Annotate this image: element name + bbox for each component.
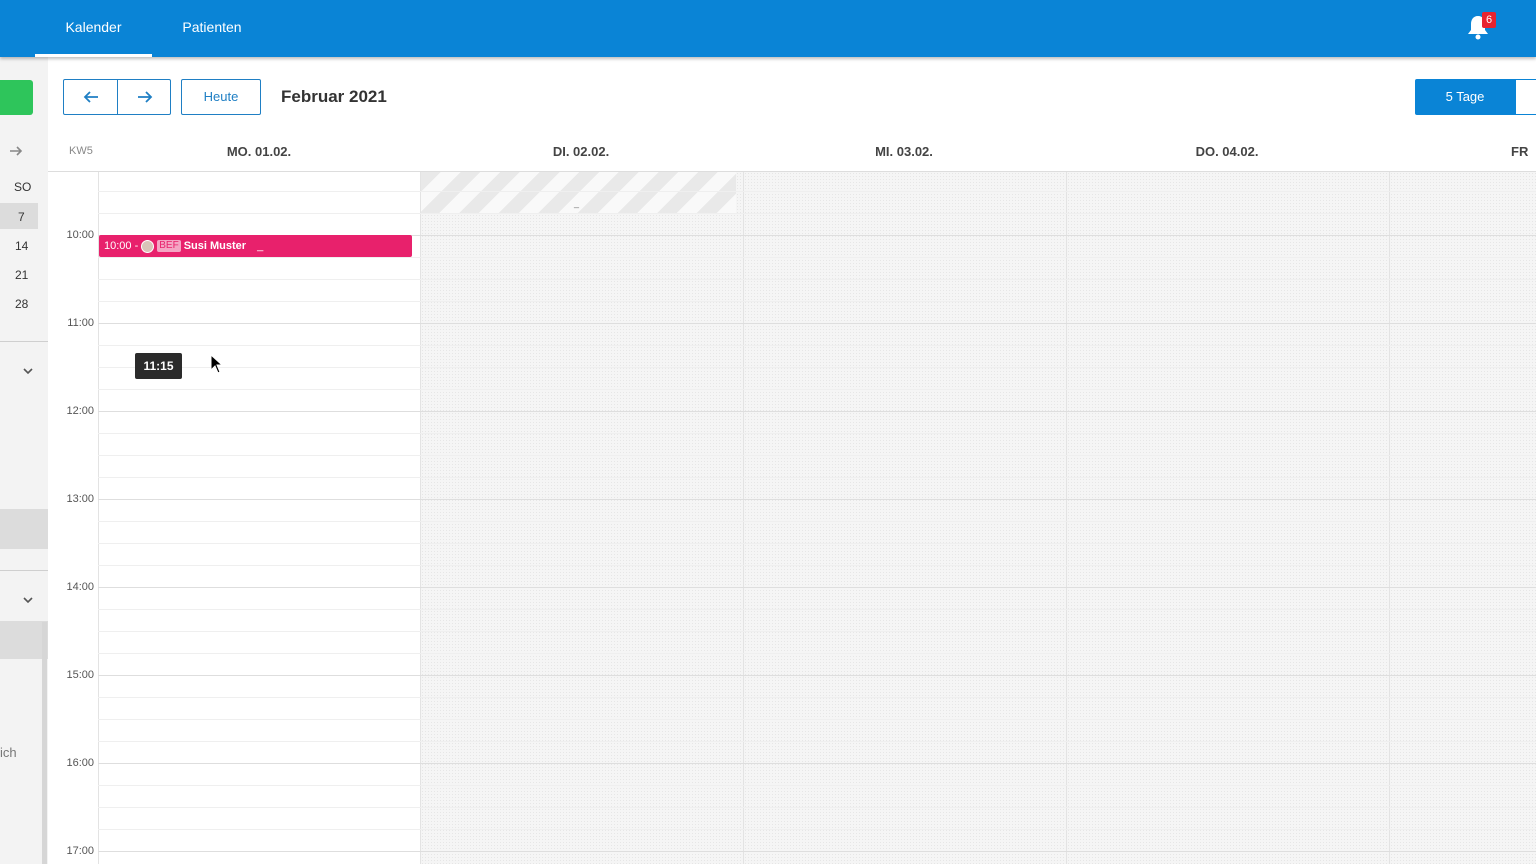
top-navigation: Kalender Patienten 6 xyxy=(0,0,1536,57)
day-column[interactable] xyxy=(420,172,743,864)
sidebar-divider xyxy=(0,341,48,342)
grid-line xyxy=(98,389,1536,390)
time-label: 15:00 xyxy=(66,669,94,681)
mini-calendar-weekday: SO xyxy=(14,180,32,194)
mini-calendar-day[interactable]: 14 xyxy=(15,239,28,253)
time-hover-tooltip: 11:15 xyxy=(135,353,182,379)
nav-tab-kalender[interactable]: Kalender xyxy=(35,0,152,57)
time-label: 12:00 xyxy=(66,405,94,417)
grid-line xyxy=(98,521,1536,522)
time-label: 17:00 xyxy=(66,845,94,857)
time-label: 13:00 xyxy=(66,493,94,505)
grid-line xyxy=(98,851,1536,852)
day-column[interactable] xyxy=(743,172,1066,864)
grid-line xyxy=(98,741,1536,742)
grid-line xyxy=(98,257,1536,258)
view-5-days-button[interactable]: 5 Tage xyxy=(1415,79,1515,115)
grid-line xyxy=(98,829,1536,830)
arrow-left-icon xyxy=(83,91,98,103)
blocked-slot-label: _ xyxy=(574,198,580,208)
day-header[interactable]: MO. 01.02. xyxy=(98,144,420,159)
mini-calendar-day[interactable]: 28 xyxy=(15,297,28,311)
mini-calendar-day[interactable]: 7 xyxy=(18,210,25,224)
nav-tab-patienten[interactable]: Patienten xyxy=(168,0,256,57)
sidebar-divider xyxy=(0,570,48,571)
event-time: 10:00 - xyxy=(104,240,139,252)
calendar-grid xyxy=(98,172,1536,864)
grid-line xyxy=(98,411,1536,412)
week-number: KW5 xyxy=(69,145,93,157)
grid-line xyxy=(98,587,1536,588)
grid-line xyxy=(98,719,1536,720)
day-header[interactable]: FR xyxy=(1511,144,1536,159)
time-label: 16:00 xyxy=(66,757,94,769)
grid-line xyxy=(98,543,1536,544)
grid-line xyxy=(98,807,1536,808)
time-label: 14:00 xyxy=(66,581,94,593)
previous-button[interactable] xyxy=(64,80,117,114)
grid-line xyxy=(98,213,1536,214)
day-column[interactable] xyxy=(98,172,420,864)
grid-line xyxy=(98,455,1536,456)
grid-line xyxy=(98,697,1536,698)
grid-line xyxy=(98,763,1536,764)
grid-line xyxy=(98,653,1536,654)
new-appointment-button[interactable] xyxy=(0,80,33,115)
notification-badge: 6 xyxy=(1482,12,1496,28)
sidebar xyxy=(0,57,48,864)
view-option-button[interactable] xyxy=(1515,79,1536,115)
arrow-right-icon[interactable] xyxy=(8,143,24,159)
grid-line xyxy=(98,785,1536,786)
grid-line xyxy=(98,675,1536,676)
next-button[interactable] xyxy=(118,80,171,114)
grid-line xyxy=(98,191,1536,192)
grid-line xyxy=(98,477,1536,478)
navigation-button-group xyxy=(63,79,171,115)
grid-line xyxy=(98,367,1536,368)
grid-line xyxy=(98,345,1536,346)
grid-line xyxy=(98,565,1536,566)
mini-calendar-day[interactable]: 21 xyxy=(15,268,28,282)
day-column[interactable] xyxy=(1389,172,1536,864)
grid-line xyxy=(98,279,1536,280)
chevron-down-icon[interactable] xyxy=(22,366,34,376)
sidebar-partial-text: ich xyxy=(0,745,17,760)
arrow-right-icon xyxy=(137,91,152,103)
day-header[interactable]: DO. 04.02. xyxy=(1066,144,1388,159)
sidebar-scrollbar[interactable] xyxy=(42,622,47,864)
sidebar-item[interactable] xyxy=(0,509,48,549)
event-tag: BEF xyxy=(157,240,181,252)
appointment-event[interactable]: 10:00 - BEF Susi Muster _ xyxy=(99,235,412,257)
event-patient-name: Susi Muster xyxy=(183,240,247,252)
day-header[interactable]: DI. 02.02. xyxy=(420,144,742,159)
month-title: Februar 2021 xyxy=(281,87,387,106)
today-button[interactable]: Heute xyxy=(181,79,261,115)
grid-line xyxy=(98,301,1536,302)
grid-line xyxy=(98,323,1536,324)
grid-line xyxy=(98,631,1536,632)
grid-line xyxy=(98,433,1536,434)
time-label: 11:00 xyxy=(67,317,94,329)
event-extra: _ xyxy=(257,240,264,252)
day-column[interactable] xyxy=(1066,172,1389,864)
grid-line xyxy=(98,609,1536,610)
chevron-down-icon[interactable] xyxy=(22,595,34,605)
mouse-cursor-icon xyxy=(210,354,224,374)
grid-line xyxy=(98,499,1536,500)
time-label: 10:00 xyxy=(66,229,94,241)
avatar xyxy=(141,239,155,253)
sidebar-item[interactable] xyxy=(0,621,48,659)
day-header[interactable]: MI. 03.02. xyxy=(743,144,1065,159)
